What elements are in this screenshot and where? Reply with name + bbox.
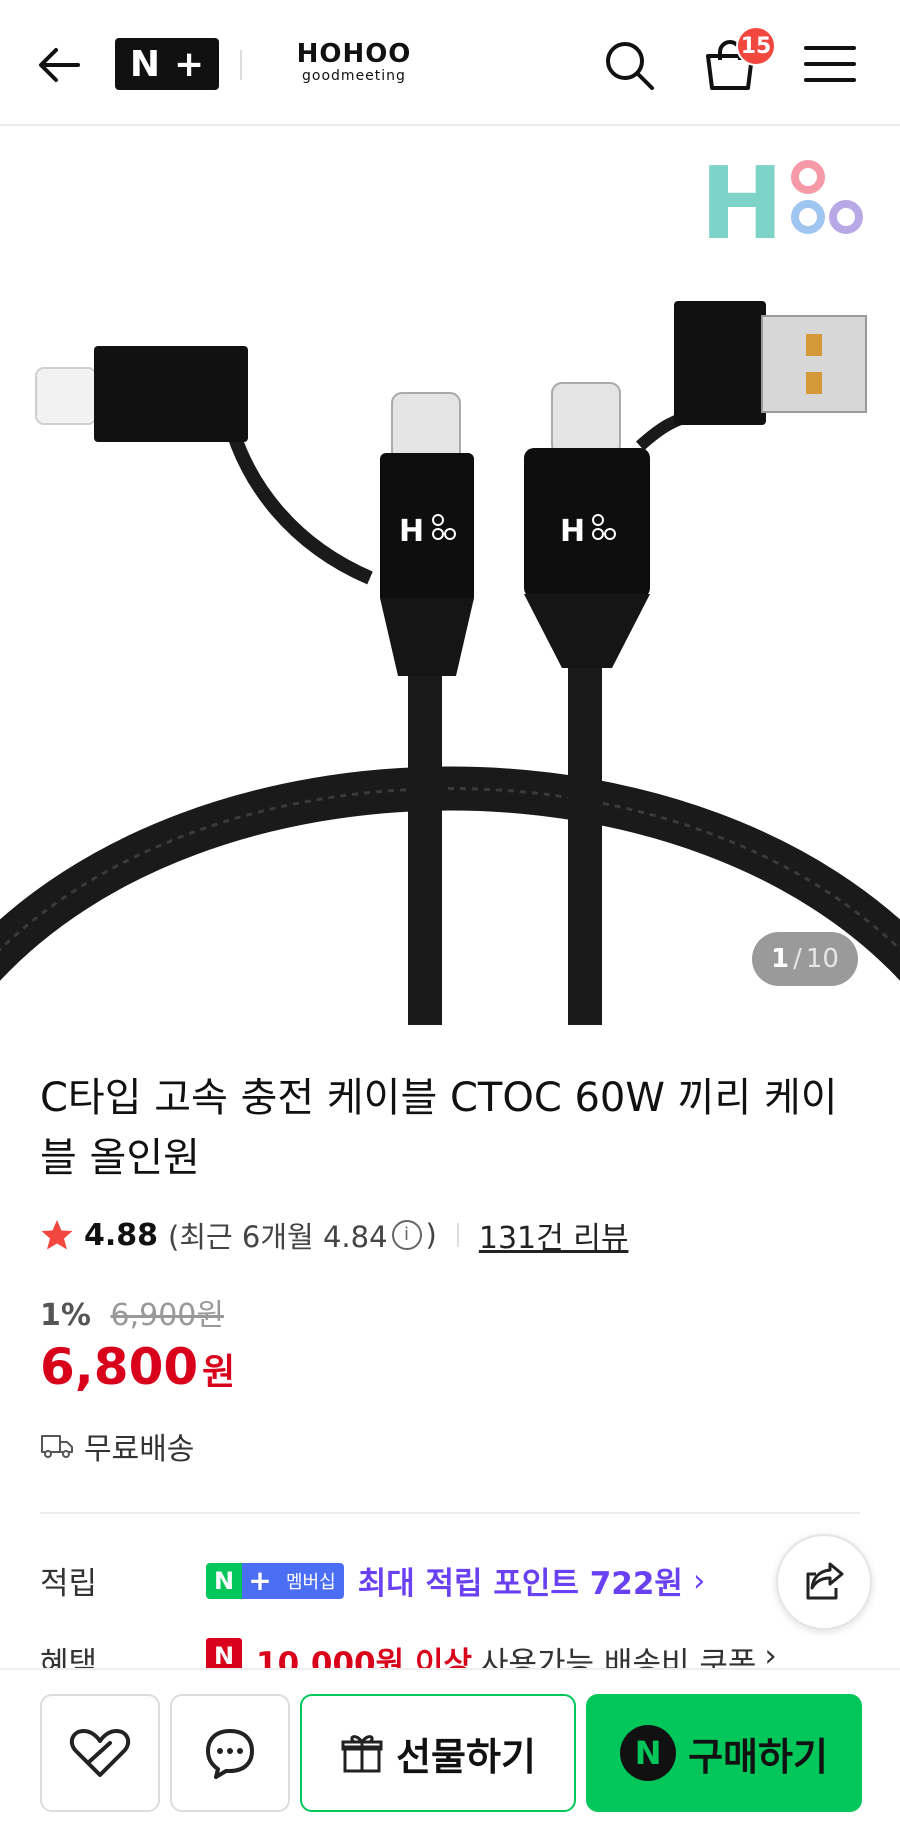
store-logo-name: HOHOO [296, 39, 412, 69]
section-divider [40, 1512, 860, 1514]
shipping-info: 무료배송 [40, 1424, 194, 1468]
buy-label: 구매하기 [688, 1734, 828, 1779]
naver-plus-logo[interactable]: N + [115, 38, 219, 90]
product-image-carousel[interactable]: H H H [0, 128, 900, 1025]
coupon-row[interactable]: 혜택 N 10,000원 이상 사용가능 배송비 쿠폰 › [40, 1638, 777, 1668]
review-count-link[interactable]: 131건 리뷰 [479, 1213, 629, 1257]
sale-price-unit: 원 [202, 1352, 236, 1393]
naver-pay-icon: N [620, 1725, 677, 1781]
heart-icon [69, 1729, 131, 1777]
sale-price: 6,800 원 [40, 1338, 235, 1396]
hamburger-menu-icon[interactable] [804, 44, 856, 84]
chat-bubble-icon [206, 1729, 254, 1779]
image-index-separator: / [793, 944, 802, 974]
header-divider [240, 50, 242, 80]
info-icon[interactable]: i [391, 1220, 422, 1250]
image-total-count: 10 [805, 944, 839, 974]
recent-rating-text: (최근 6개월 4.84 [168, 1220, 388, 1254]
gift-button[interactable]: 선물하기 [300, 1694, 576, 1812]
cart-count-badge: 15 [736, 26, 776, 66]
gift-icon [341, 1735, 383, 1773]
rating-score: 4.88 [84, 1217, 159, 1253]
store-logo[interactable]: HOHOO goodmeeting [294, 40, 414, 84]
original-price: 6,900원 [110, 1298, 224, 1333]
share-icon [806, 1562, 844, 1600]
buy-button[interactable]: N 구매하기 [586, 1694, 862, 1812]
connector-left-label: H [399, 514, 424, 549]
search-icon[interactable] [602, 38, 658, 94]
star-icon [41, 1220, 73, 1250]
nplus-logo-plus: + [173, 43, 205, 85]
brand-mark-letter: H [700, 145, 784, 262]
coupon-text: 사용가능 배송비 쿠폰 [479, 1646, 757, 1668]
membership-badge: N + 멤버십 [206, 1562, 344, 1599]
coupon-badge: N [206, 1638, 242, 1668]
rating-divider [456, 1223, 459, 1247]
gift-label: 선물하기 [396, 1734, 536, 1779]
top-header: N + HOHOO goodmeeting 15 [0, 0, 900, 126]
bottom-action-bar: 선물하기 N 구매하기 [0, 1668, 900, 1838]
back-arrow-icon[interactable] [34, 40, 84, 90]
talk-talk-button[interactable] [170, 1694, 290, 1812]
image-page-indicator: 1 / 10 [752, 932, 858, 986]
membership-badge-n: N [206, 1562, 242, 1599]
product-title: C타입 고속 충전 케이블 CTOC 60W 끼리 케이블 올인원 [40, 1075, 838, 1181]
brand-mark-icon: H [700, 145, 863, 262]
points-label: 적립 [40, 1566, 98, 1602]
share-button[interactable] [776, 1534, 872, 1630]
chevron-right-icon: › [764, 1638, 777, 1668]
chevron-right-icon: › [692, 1562, 706, 1599]
truck-icon [41, 1435, 73, 1458]
points-row[interactable]: 적립 N + 멤버십 최대 적립 포인트 722원 › [40, 1558, 705, 1603]
cable-product-image: H H H [0, 145, 900, 1025]
nplus-logo-n: N [129, 43, 160, 85]
recent-rating-close: ) [425, 1218, 437, 1252]
wishlist-button[interactable] [40, 1694, 160, 1812]
discount-rate: 1% [40, 1298, 91, 1333]
coupon-amount: 10,000원 이상 [256, 1646, 472, 1668]
sale-price-amount: 6,800 [40, 1338, 199, 1396]
store-logo-tagline: goodmeeting [302, 68, 406, 84]
rating-row: 4.88 (최근 6개월 4.84 i ) 131건 리뷰 [40, 1214, 628, 1256]
coupon-label: 혜택 [40, 1646, 98, 1668]
membership-badge-text: 멤버십 [278, 1562, 344, 1599]
discount-row: 1% 6,900원 [40, 1290, 224, 1334]
connector-right-label: H [560, 514, 585, 549]
image-current-index: 1 [771, 944, 790, 974]
membership-badge-plus: + [242, 1562, 278, 1599]
shipping-text: 무료배송 [84, 1432, 195, 1467]
max-points-text: 최대 적립 포인트 722원 [357, 1566, 683, 1602]
